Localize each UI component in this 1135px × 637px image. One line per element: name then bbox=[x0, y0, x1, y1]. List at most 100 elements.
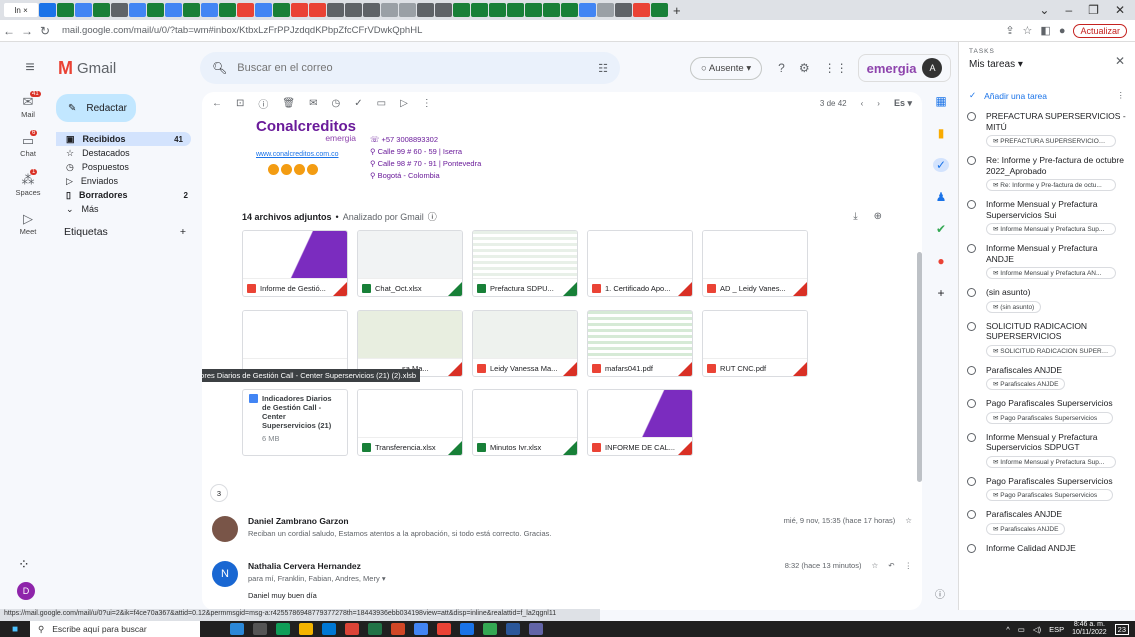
browser-tab[interactable] bbox=[453, 3, 470, 17]
chrome-icon[interactable] bbox=[414, 623, 428, 635]
chrome-icon[interactable] bbox=[460, 623, 474, 635]
task-title[interactable]: Informe Mensual y Prefactura ANDJE bbox=[986, 243, 1127, 264]
star-icon[interactable]: ☆ bbox=[871, 561, 878, 570]
attachment-card[interactable]: Minutos Ivr.xlsx bbox=[472, 389, 578, 456]
maximize-icon[interactable]: ❐ bbox=[1088, 3, 1099, 17]
add-task-icon[interactable]: ✓ bbox=[354, 98, 362, 109]
calendar-icon[interactable]: ▦ bbox=[935, 94, 946, 108]
rail-meet[interactable]: ▷ Meet bbox=[0, 211, 56, 236]
add-task-button[interactable]: ✓ Añadir una tarea ⋮ bbox=[959, 84, 1135, 107]
task-checkbox-icon[interactable] bbox=[967, 288, 976, 297]
tray-chevron-icon[interactable]: ^ bbox=[1006, 625, 1010, 634]
addon-check-icon[interactable]: ✔ bbox=[936, 222, 946, 236]
collapsed-count[interactable]: 3 bbox=[210, 484, 228, 502]
taskbar-search[interactable]: ⚲ Escribe aquí para buscar bbox=[30, 621, 200, 637]
task-checkbox-icon[interactable] bbox=[967, 543, 976, 553]
browser-tab[interactable] bbox=[291, 3, 308, 17]
drive-add-icon[interactable]: ⊕ bbox=[874, 211, 882, 222]
nav-item-snoozed[interactable]: ◷ Pospuestos bbox=[56, 160, 196, 174]
forward-icon[interactable]: → bbox=[18, 24, 36, 38]
task-email-chip[interactable]: ✉ PREFACTURA SUPERSERVICIOS - ... bbox=[986, 135, 1116, 147]
report-icon[interactable]: ⓘ bbox=[258, 96, 268, 111]
browser-tab[interactable] bbox=[363, 3, 380, 17]
task-checkbox-icon[interactable] bbox=[967, 244, 976, 253]
task-email-chip[interactable]: ✉ (sin asunto) bbox=[986, 300, 1042, 313]
word-icon[interactable] bbox=[506, 623, 520, 635]
task-email-chip[interactable]: ✉ SOLICITUD RADICACION SUPERS... bbox=[986, 344, 1116, 357]
profile-icon[interactable]: ● bbox=[1059, 25, 1066, 37]
gmail-logo[interactable]: M Gmail bbox=[58, 58, 198, 79]
chrome-icon[interactable] bbox=[483, 623, 497, 635]
avatar[interactable]: A bbox=[922, 58, 943, 78]
browser-tab[interactable] bbox=[75, 3, 92, 17]
attachment-card[interactable]: INFORME DE CAL... bbox=[587, 389, 693, 456]
network-icon[interactable]: ▭ bbox=[1018, 625, 1025, 634]
download-all-icon[interactable]: ⤓ bbox=[853, 211, 857, 222]
signature-link[interactable]: www.conalcreditos.com.co bbox=[256, 151, 356, 158]
browser-tab[interactable] bbox=[651, 3, 668, 17]
add-label-icon[interactable]: + bbox=[180, 226, 186, 238]
browser-tab[interactable] bbox=[129, 3, 146, 17]
task-email-chip[interactable]: ✉ Parafiscales ANJDE bbox=[986, 522, 1066, 535]
task-title[interactable]: Parafiscales ANJDE bbox=[986, 365, 1065, 376]
back-arrow-icon[interactable]: ← bbox=[212, 98, 222, 109]
url-field[interactable]: mail.google.com/mail/u/0/?tab=wm#inbox/K… bbox=[62, 25, 1005, 36]
task-checkbox-icon[interactable] bbox=[967, 399, 976, 408]
browser-tab[interactable] bbox=[39, 3, 56, 17]
nav-item-starred[interactable]: ☆ Destacados bbox=[56, 146, 196, 160]
browser-tab[interactable] bbox=[237, 3, 254, 17]
task-title[interactable]: Parafiscales ANJDE bbox=[986, 509, 1065, 520]
task-item[interactable]: Informe Mensual y Prefactura Superservic… bbox=[959, 195, 1135, 239]
task-title[interactable]: SOLICITUD RADICACION SUPERSERVICIOS bbox=[986, 321, 1127, 342]
clock[interactable]: 8:46 a. m. 10/11/2022 bbox=[1072, 621, 1107, 637]
browser-tab[interactable] bbox=[417, 3, 434, 17]
task-checkbox-icon[interactable] bbox=[967, 510, 976, 519]
browser-tab[interactable] bbox=[309, 3, 326, 17]
task-item[interactable]: Pago Parafiscales Superservicios ✉ Pago P… bbox=[959, 394, 1135, 428]
browser-tab[interactable] bbox=[633, 3, 650, 17]
task-view-icon[interactable] bbox=[253, 623, 267, 635]
task-title[interactable]: Informe Calidad ANDJE bbox=[986, 543, 1076, 554]
search-input[interactable] bbox=[237, 62, 589, 74]
instagram-icon[interactable] bbox=[294, 164, 305, 175]
attachment-card[interactable] bbox=[242, 310, 348, 377]
language-select[interactable]: Es ▾ bbox=[894, 98, 912, 109]
apps-icon[interactable]: ⋮⋮ bbox=[824, 61, 848, 75]
browser-tab[interactable] bbox=[543, 3, 560, 17]
task-checkbox-icon[interactable] bbox=[967, 365, 976, 375]
more-icon[interactable]: ⋮ bbox=[422, 98, 432, 109]
search-icon[interactable]: 🔍︎ bbox=[212, 61, 227, 75]
browser-tab[interactable] bbox=[183, 3, 200, 17]
task-checkbox-icon[interactable] bbox=[967, 112, 976, 121]
mail-app-icon[interactable] bbox=[322, 623, 336, 635]
task-email-chip[interactable]: ✉ Informe Mensual y Prefactura Sup... bbox=[986, 223, 1116, 235]
task-checkbox-icon[interactable] bbox=[967, 321, 976, 331]
browser-tab[interactable] bbox=[525, 3, 542, 17]
task-checkbox-icon[interactable] bbox=[967, 476, 976, 486]
add-addon-icon[interactable]: + bbox=[937, 286, 944, 300]
task-checkbox-icon[interactable] bbox=[967, 200, 976, 209]
task-checkbox-icon[interactable] bbox=[967, 156, 976, 165]
task-email-chip[interactable]: ✉ Informe Mensual y Prefactura Sup... bbox=[986, 455, 1116, 468]
notification-icon[interactable]: 23 bbox=[1114, 623, 1129, 635]
language-indicator[interactable]: ESP bbox=[1049, 625, 1064, 634]
tasks-list-select[interactable]: Mis tareas ▾ bbox=[969, 59, 1125, 70]
mark-unread-icon[interactable]: ✉ bbox=[309, 98, 317, 109]
windows-icon[interactable]: ■ bbox=[0, 624, 30, 635]
chevron-down-icon[interactable]: ⌄ bbox=[1039, 3, 1049, 17]
rail-chat[interactable]: ▭ 6 Chat bbox=[0, 130, 56, 158]
teams-icon[interactable] bbox=[529, 623, 543, 635]
reload-icon[interactable]: ↻ bbox=[36, 24, 54, 38]
delete-icon[interactable]: 🗑︎ bbox=[282, 98, 295, 109]
label-icon[interactable]: ▷ bbox=[400, 98, 408, 109]
powerpoint-icon[interactable] bbox=[391, 623, 405, 635]
attachment-card[interactable]: Informe de Gestió... bbox=[242, 230, 348, 297]
task-item[interactable]: Informe Mensual y Prefactura ANDJE ✉ Info… bbox=[959, 239, 1135, 283]
attachment-card[interactable]: sa Ma... bbox=[357, 310, 463, 377]
browser-tab[interactable] bbox=[615, 3, 632, 17]
browser-tab[interactable] bbox=[327, 3, 344, 17]
weather-icon[interactable] bbox=[230, 623, 244, 635]
info-icon[interactable]: ⓘ bbox=[935, 586, 945, 601]
settings-icon[interactable]: ⚙ bbox=[799, 61, 810, 75]
browser-tab[interactable] bbox=[471, 3, 488, 17]
